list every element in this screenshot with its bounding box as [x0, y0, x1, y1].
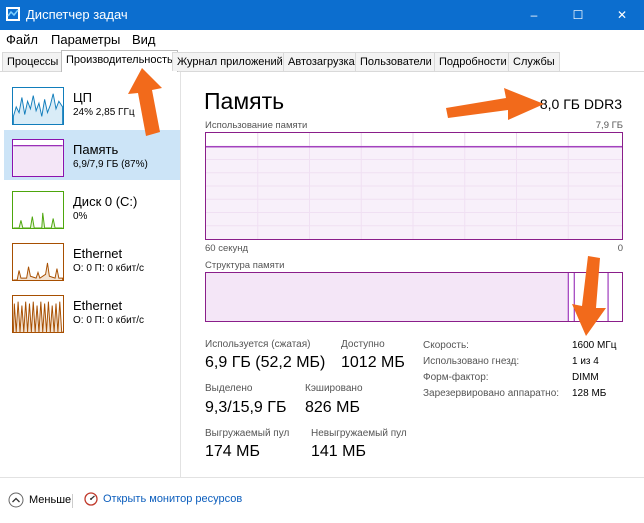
sidebar-item-detail: 0% — [73, 211, 88, 222]
tab-details[interactable]: Подробности — [434, 52, 512, 71]
committed-value: 9,3/15,9 ГБ — [205, 399, 287, 416]
disk-thumbnail-graph — [12, 191, 64, 229]
cpu-thumbnail-graph — [12, 87, 64, 125]
memory-thumbnail-graph — [12, 139, 64, 177]
sidebar-item-detail: 24% 2,85 ГГц — [73, 107, 135, 118]
time-left-label: 60 секунд — [205, 243, 249, 254]
speed-label: Скорость: — [423, 340, 469, 351]
footer: Меньше Открыть монитор ресурсов — [0, 477, 644, 523]
annotation-arrow-speed — [572, 256, 606, 336]
tab-services[interactable]: Службы — [508, 52, 560, 71]
in-use-value: 6,9 ГБ (52,2 МБ) — [205, 354, 326, 371]
slots-label: Использовано гнезд: — [423, 356, 520, 367]
menu-bar: Файл Параметры Вид — [0, 30, 644, 50]
chevron-up-icon — [8, 492, 24, 508]
ethernet-thumbnail-graph — [12, 295, 64, 333]
composition-label: Структура памяти — [205, 260, 285, 271]
memory-usage-graph — [205, 132, 623, 240]
tab-startup[interactable]: Автозагрузка — [283, 52, 360, 71]
tab-app-history[interactable]: Журнал приложений — [172, 52, 288, 71]
task-manager-icon — [6, 7, 20, 21]
sidebar-item-label: Ethernet — [73, 298, 123, 313]
form-factor-label: Форм-фактор: — [423, 372, 489, 383]
nonpaged-pool-label: Невыгружаемый пул — [311, 428, 407, 439]
fewer-details-label: Меньше — [29, 494, 72, 506]
menu-options[interactable]: Параметры — [51, 32, 120, 47]
annotation-arrow-spec — [446, 88, 544, 120]
window-title: Диспетчер задач — [26, 7, 128, 22]
sidebar-item-label: ЦП — [73, 90, 92, 105]
sidebar-item-label: Диск 0 (C:) — [73, 194, 138, 209]
tab-strip: Процессы Производительность Журнал прило… — [0, 50, 644, 72]
ethernet-thumbnail-graph — [12, 243, 64, 281]
sidebar-item-label: Память — [73, 142, 119, 157]
menu-file[interactable]: Файл — [6, 32, 38, 47]
sidebar-item-detail: О: 0 П: 0 кбит/с — [73, 315, 145, 326]
cached-value: 826 МБ — [305, 399, 360, 416]
sidebar-item-detail: 6,9/7,9 ГБ (87%) — [73, 159, 148, 170]
usage-area — [206, 146, 622, 239]
footer-divider — [72, 494, 73, 508]
sidebar-item-ethernet-1[interactable]: Ethernet О: 0 П: 0 кбит/с — [4, 234, 180, 284]
tab-processes[interactable]: Процессы — [2, 52, 64, 71]
reserved-label: Зарезервировано аппаратно: — [423, 388, 560, 399]
cached-label: Кэшировано — [305, 383, 363, 394]
available-label: Доступно — [341, 339, 385, 350]
nonpaged-pool-value: 141 МБ — [311, 443, 366, 460]
minimize-button[interactable]: – — [512, 0, 556, 30]
title-bar: Диспетчер задач – ☐ ✕ — [0, 0, 644, 30]
close-button[interactable]: ✕ — [600, 0, 644, 30]
sidebar-item-ethernet-2[interactable]: Ethernet О: 0 П: 0 кбит/с — [4, 286, 180, 336]
fewer-details-button[interactable]: Меньше — [8, 492, 71, 508]
sidebar-item-detail: О: 0 П: 0 кбит/с — [73, 263, 145, 274]
resource-monitor-icon — [84, 492, 98, 506]
usage-label: Использование памяти — [205, 120, 308, 131]
available-value: 1012 МБ — [341, 354, 405, 371]
page-title: Память — [204, 88, 285, 114]
paged-pool-label: Выгружаемый пул — [205, 428, 290, 439]
sidebar-item-label: Ethernet — [73, 246, 123, 261]
form-factor-value: DIMM — [572, 372, 599, 383]
in-use-label: Используется (сжатая) — [205, 339, 311, 350]
open-resource-monitor-link[interactable]: Открыть монитор ресурсов — [84, 492, 242, 506]
menu-view[interactable]: Вид — [132, 32, 156, 47]
reserved-value: 128 МБ — [572, 388, 607, 399]
memory-spec: 8,0 ГБ DDR3 — [539, 96, 622, 112]
usage-max: 7,9 ГБ — [595, 120, 623, 131]
time-right-label: 0 — [617, 243, 623, 254]
speed-value: 1600 МГц — [572, 340, 617, 351]
open-resource-monitor-label: Открыть монитор ресурсов — [103, 493, 243, 505]
paged-pool-value: 174 МБ — [205, 443, 260, 460]
maximize-button[interactable]: ☐ — [556, 0, 600, 30]
memory-composition-bar — [205, 272, 623, 322]
annotation-arrow-tab — [128, 68, 162, 136]
committed-label: Выделено — [205, 383, 253, 394]
sidebar-item-disk[interactable]: Диск 0 (C:) 0% — [4, 182, 180, 232]
tab-users[interactable]: Пользователи — [355, 52, 437, 71]
slots-value: 1 из 4 — [572, 356, 599, 367]
